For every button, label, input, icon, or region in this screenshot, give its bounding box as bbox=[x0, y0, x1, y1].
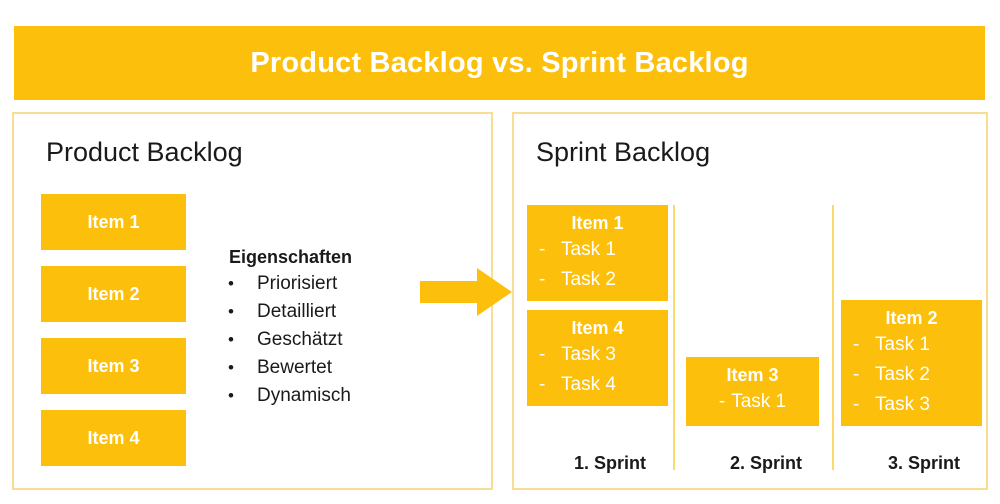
dash-icon: - bbox=[853, 334, 860, 355]
sprint-task: - Task 4 bbox=[535, 370, 660, 400]
sprint-task-label: Task 3 bbox=[561, 344, 616, 365]
list-item-label: Detailliert bbox=[257, 301, 337, 322]
sprint-column-label: 1. Sprint bbox=[573, 453, 646, 473]
dash-icon: - bbox=[539, 269, 546, 290]
sprint-task-label: Task 2 bbox=[875, 364, 930, 385]
sprint-task: - Task 2 bbox=[535, 265, 660, 295]
product-backlog-heading: Product Backlog bbox=[46, 137, 243, 167]
bullet-icon: • bbox=[228, 358, 234, 377]
product-backlog-item[interactable]: Item 4 bbox=[41, 410, 186, 466]
product-backlog-item[interactable]: Item 2 bbox=[41, 266, 186, 322]
sprint-task-label: Task 1 bbox=[561, 239, 616, 260]
page-title: Product Backlog vs. Sprint Backlog bbox=[250, 46, 749, 79]
title-banner: Product Backlog vs. Sprint Backlog bbox=[14, 26, 985, 100]
list-item-label: Bewertet bbox=[257, 357, 332, 378]
list-item: • Priorisiert bbox=[219, 270, 449, 298]
product-backlog-item[interactable]: Item 3 bbox=[41, 338, 186, 394]
sprint-card-title: Item 3 bbox=[726, 365, 779, 385]
sprint-column-divider bbox=[673, 205, 675, 470]
sprint-backlog-heading: Sprint Backlog bbox=[536, 137, 711, 167]
product-backlog-item-label: Item 1 bbox=[87, 211, 140, 232]
dash-icon: - bbox=[539, 239, 546, 260]
list-item: • Dynamisch bbox=[219, 382, 449, 410]
sprint-task: - Task 3 bbox=[535, 340, 660, 370]
sprint-task: - Task 3 bbox=[849, 390, 974, 420]
sprint-task-label: Task 4 bbox=[561, 374, 616, 395]
sprint-card[interactable]: Item 3 - Task 1 bbox=[686, 357, 819, 426]
list-item: • Detailliert bbox=[219, 298, 449, 326]
dash-icon: - bbox=[718, 391, 726, 412]
sprint-task: - Task 1 bbox=[849, 330, 974, 360]
product-backlog-item-label: Item 4 bbox=[87, 427, 140, 448]
bullet-icon: • bbox=[228, 302, 234, 321]
sprint-column-label: 3. Sprint bbox=[887, 453, 960, 473]
product-backlog-item-label: Item 3 bbox=[87, 355, 140, 376]
product-backlog-item-label: Item 2 bbox=[87, 283, 140, 304]
list-item: • Geschätzt bbox=[219, 326, 449, 354]
list-item: • Bewertet bbox=[219, 354, 449, 382]
sprint-backlog-panel: Sprint Backlog Item 1 - Task 1 - Task 2 … bbox=[512, 112, 988, 490]
dash-icon: - bbox=[853, 364, 860, 385]
properties-list: Eigenschaften • Priorisiert • Detaillier… bbox=[219, 247, 449, 410]
bullet-icon: • bbox=[228, 274, 234, 293]
sprint-task-label: Task 1 bbox=[875, 334, 930, 355]
arrow-right-icon bbox=[420, 268, 512, 316]
list-item-label: Priorisiert bbox=[257, 273, 338, 294]
dash-icon: - bbox=[539, 344, 546, 365]
sprint-card-title: Item 1 bbox=[571, 213, 624, 233]
sprint-card-title: Item 4 bbox=[571, 318, 624, 338]
dash-icon: - bbox=[539, 374, 546, 395]
sprint-task: - Task 2 bbox=[849, 360, 974, 390]
sprint-task-label: Task 2 bbox=[561, 269, 616, 290]
sprint-task-label: Task 3 bbox=[875, 394, 930, 415]
sprint-task: - Task 1 bbox=[694, 387, 811, 417]
list-item-label: Dynamisch bbox=[257, 385, 351, 406]
sprint-card[interactable]: Item 4 - Task 3 - Task 4 bbox=[527, 310, 668, 406]
sprint-card[interactable]: Item 1 - Task 1 - Task 2 bbox=[527, 205, 668, 301]
sprint-card[interactable]: Item 2 - Task 1 - Task 2 - Task 3 bbox=[841, 300, 982, 426]
bullet-icon: • bbox=[228, 330, 234, 349]
properties-title: Eigenschaften bbox=[229, 247, 353, 267]
sprint-column-label: 2. Sprint bbox=[729, 453, 802, 473]
dash-icon: - bbox=[853, 394, 860, 415]
list-item-label: Geschätzt bbox=[257, 329, 343, 350]
sprint-task: - Task 1 bbox=[535, 235, 660, 265]
product-backlog-item[interactable]: Item 1 bbox=[41, 194, 186, 250]
sprint-column-divider bbox=[832, 205, 834, 470]
bullet-icon: • bbox=[228, 386, 234, 405]
sprint-task-label: Task 1 bbox=[731, 391, 787, 412]
sprint-card-title: Item 2 bbox=[885, 308, 938, 328]
